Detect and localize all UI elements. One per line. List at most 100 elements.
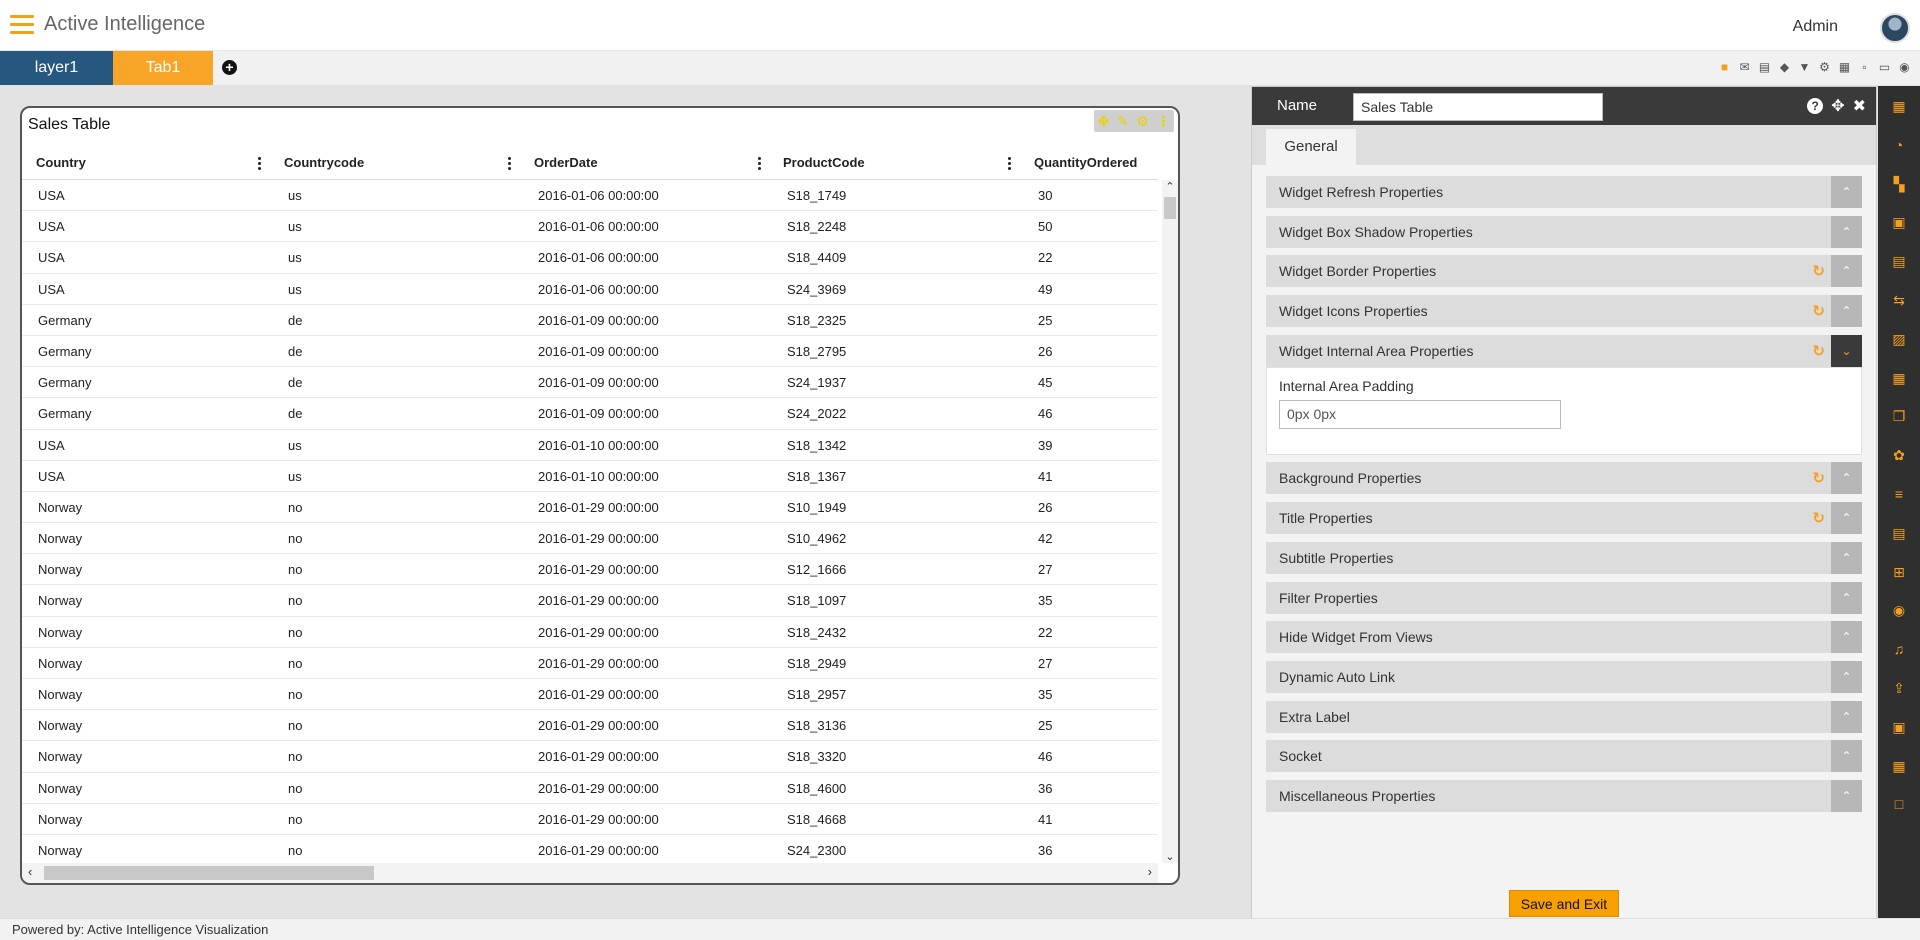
table-row[interactable]: Norway no 2016-01-29 00:00:00 S10_4962 42 <box>22 523 1158 555</box>
property-section[interactable]: Widget Border Properties ↻ ⌃ <box>1266 255 1862 288</box>
table-row[interactable]: USA us 2016-01-10 00:00:00 S18_1367 41 <box>22 461 1158 492</box>
horizontal-scrollbar[interactable]: ‹ › <box>22 863 1158 883</box>
layout-icon[interactable]: ▫ <box>1857 60 1872 74</box>
more-icon[interactable]: ⋮ <box>1156 113 1170 130</box>
chevron-up-icon[interactable]: ⌃ <box>1831 255 1862 288</box>
chevron-up-icon[interactable]: ⌃ <box>1831 295 1862 328</box>
scrollbar-thumb[interactable] <box>44 866 374 880</box>
reset-icon[interactable]: ↻ <box>1812 342 1825 360</box>
property-section[interactable]: Widget Box Shadow Properties ⌃ <box>1266 215 1862 248</box>
reset-icon[interactable]: ↻ <box>1812 469 1825 487</box>
user-name[interactable]: Admin <box>1793 18 1838 36</box>
table-row[interactable]: Norway no 2016-01-29 00:00:00 S24_2300 36 <box>22 835 1158 863</box>
clipboard-icon[interactable]: ▣ <box>1889 212 1909 232</box>
move-icon[interactable]: ✥ <box>1098 113 1110 130</box>
column-menu-icon[interactable] <box>1008 157 1012 171</box>
alarm-icon[interactable]: ♫ <box>1889 639 1909 659</box>
internal-area-padding-input[interactable] <box>1279 399 1561 429</box>
move-icon[interactable]: ✥ <box>1831 96 1844 116</box>
table-row[interactable]: Norway no 2016-01-29 00:00:00 S18_1097 35 <box>22 585 1158 617</box>
table-icon[interactable]: ▦ <box>1889 96 1909 116</box>
vertical-scrollbar[interactable]: ⌃ ⌄ <box>1162 180 1178 863</box>
chevron-up-icon[interactable]: ⌃ <box>1831 660 1862 693</box>
pie-chart-icon[interactable]: ◔ <box>1889 135 1909 155</box>
eye-icon[interactable]: ◉ <box>1889 600 1909 620</box>
table-row[interactable]: Norway no 2016-01-29 00:00:00 S18_4668 41 <box>22 804 1158 835</box>
add-tab-icon[interactable]: + <box>222 60 237 75</box>
email-icon[interactable]: ✉ <box>1737 60 1752 74</box>
close-icon[interactable]: ✖ <box>1853 96 1866 116</box>
reset-icon[interactable]: ↻ <box>1812 262 1825 280</box>
chevron-up-icon[interactable]: ⌃ <box>1831 779 1862 812</box>
copy-icon[interactable]: ❐ <box>1889 406 1909 426</box>
table-row[interactable]: USA us 2016-01-06 00:00:00 S24_3969 49 <box>22 274 1158 305</box>
table-row[interactable]: Germany de 2016-01-09 00:00:00 S18_2325 25 <box>22 305 1158 336</box>
tab-general[interactable]: General <box>1266 129 1356 165</box>
eye-icon[interactable]: ◉ <box>1897 60 1912 74</box>
eraser-icon[interactable]: ◆ <box>1777 60 1792 74</box>
column-menu-icon[interactable] <box>258 157 262 171</box>
save-icon[interactable]: ■ <box>1717 60 1732 74</box>
column-header-country[interactable]: Country <box>36 146 86 180</box>
edit-icon[interactable]: ✎ <box>1117 113 1129 130</box>
table-row[interactable]: Norway no 2016-01-29 00:00:00 S18_2957 35 <box>22 679 1158 711</box>
chevron-up-icon[interactable]: ⌃ <box>1831 541 1862 574</box>
table-row[interactable]: Germany de 2016-01-09 00:00:00 S24_2022 46 <box>22 398 1158 430</box>
column-header-orderdate[interactable]: OrderDate <box>534 146 598 180</box>
map-icon[interactable]: ▚ <box>1889 174 1909 194</box>
gear-icon[interactable]: ⚙ <box>1817 60 1832 74</box>
table-row[interactable]: Germany de 2016-01-09 00:00:00 S18_2795 26 <box>22 336 1158 368</box>
filter-icon[interactable]: ▼ <box>1797 60 1812 74</box>
document-icon[interactable]: ▤ <box>1889 251 1909 271</box>
monitor-icon[interactable]: ▭ <box>1877 60 1892 74</box>
chevron-up-icon[interactable]: ⌃ <box>1831 621 1862 654</box>
save-and-exit-button[interactable]: Save and Exit <box>1509 890 1619 917</box>
grid-table-icon[interactable]: ▦ <box>1889 368 1909 388</box>
column-menu-icon[interactable] <box>758 157 762 171</box>
upload-icon[interactable]: ⇪ <box>1889 678 1909 698</box>
table-row[interactable]: USA us 2016-01-06 00:00:00 S18_1749 30 <box>22 180 1158 212</box>
avatar[interactable] <box>1880 13 1910 43</box>
property-section[interactable]: Background Properties ↻ ⌃ <box>1266 462 1862 495</box>
property-section[interactable]: Dynamic Auto Link ⌃ <box>1266 660 1862 693</box>
column-menu-icon[interactable] <box>508 157 512 171</box>
chevron-up-icon[interactable]: ⌃ <box>1831 215 1862 248</box>
hierarchy-icon[interactable]: ⊞ <box>1889 562 1909 582</box>
table-row[interactable]: Norway no 2016-01-29 00:00:00 S18_2949 27 <box>22 648 1158 679</box>
property-section[interactable]: Widget Refresh Properties ⌃ <box>1266 176 1862 208</box>
chevron-up-icon[interactable]: ⌃ <box>1831 581 1862 614</box>
property-section[interactable]: Socket ⌃ <box>1266 740 1862 773</box>
tab-tab1[interactable]: Tab1 <box>113 51 213 85</box>
table-row[interactable]: USA us 2016-01-06 00:00:00 S18_4409 22 <box>22 242 1158 274</box>
tab-layer1[interactable]: layer1 <box>0 51 113 85</box>
presentation-icon[interactable]: ▣ <box>1889 717 1909 737</box>
gear-icon[interactable]: ⚙ <box>1136 113 1149 130</box>
file-icon[interactable]: ▤ <box>1889 523 1909 543</box>
apps-icon[interactable]: ▦ <box>1889 756 1909 776</box>
scroll-up-icon[interactable]: ⌃ <box>1162 180 1178 193</box>
image-icon[interactable]: ▨ <box>1889 329 1909 349</box>
column-header-quantityordered[interactable]: QuantityOrdered <box>1034 146 1137 180</box>
table-row[interactable]: USA us 2016-01-06 00:00:00 S18_2248 50 <box>22 211 1158 243</box>
sales-table-widget[interactable]: Sales Table ✥ ✎ ⚙ ⋮ Country Countrycode … <box>20 106 1180 885</box>
table-row[interactable]: Norway no 2016-01-29 00:00:00 S12_1666 27 <box>22 554 1158 586</box>
chevron-up-icon[interactable]: ⌃ <box>1831 700 1862 733</box>
property-section[interactable]: Widget Icons Properties ↻ ⌃ <box>1266 295 1862 328</box>
property-section[interactable]: Widget Internal Area Properties ↻ ⌄ <box>1266 334 1862 367</box>
table-row[interactable]: Norway no 2016-01-29 00:00:00 S10_1949 26 <box>22 492 1158 524</box>
scroll-down-icon[interactable]: ⌄ <box>1162 850 1178 863</box>
table-row[interactable]: Norway no 2016-01-29 00:00:00 S18_2432 22 <box>22 617 1158 648</box>
property-section[interactable]: Title Properties ↻ ⌃ <box>1266 502 1862 535</box>
chevron-up-icon[interactable]: ⌃ <box>1831 176 1862 208</box>
help-icon[interactable]: ? <box>1807 98 1824 114</box>
scrollbar-thumb[interactable] <box>1164 197 1176 219</box>
table-row[interactable]: Norway no 2016-01-29 00:00:00 S18_3320 46 <box>22 741 1158 773</box>
property-section[interactable]: Hide Widget From Views ⌃ <box>1266 621 1862 654</box>
property-section[interactable]: Subtitle Properties ⌃ <box>1266 541 1862 574</box>
flow-icon[interactable]: ⇆ <box>1889 290 1909 310</box>
property-section[interactable]: Miscellaneous Properties ⌃ <box>1266 779 1862 812</box>
property-section[interactable]: Extra Label ⌃ <box>1266 700 1862 733</box>
table-row[interactable]: USA us 2016-01-10 00:00:00 S18_1342 39 <box>22 430 1158 461</box>
grid-icon[interactable]: ▦ <box>1837 60 1852 74</box>
square-icon[interactable]: □ <box>1889 794 1909 814</box>
